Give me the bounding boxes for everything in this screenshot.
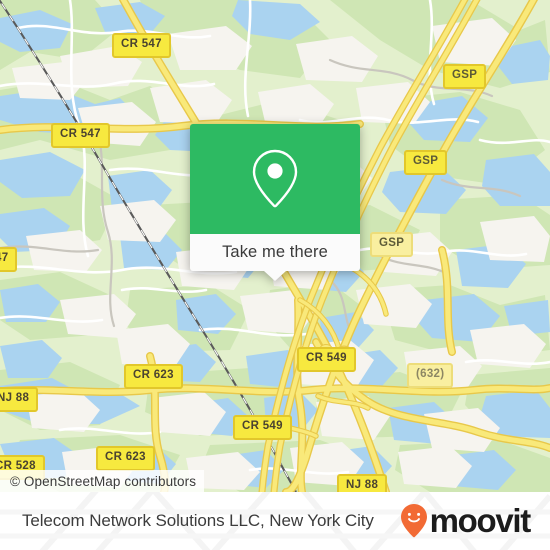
- road-shield: CR 547: [112, 33, 171, 58]
- road-shield: GSP: [370, 232, 414, 257]
- moovit-wordmark: moovit: [429, 501, 532, 539]
- road-shield: (632): [407, 363, 454, 388]
- road-shield: CR 549: [233, 415, 292, 440]
- place-title: Telecom Network Solutions LLC, New York …: [22, 511, 374, 530]
- card-tail-pointer: [264, 271, 286, 281]
- moovit-logo[interactable]: moovit: [400, 501, 532, 539]
- road-shield: GSP: [404, 150, 448, 175]
- road-shield: 47: [0, 247, 18, 272]
- road-shield: NJ 88: [337, 474, 388, 492]
- road-shield: CR 623: [96, 446, 155, 471]
- card-image-area: [190, 124, 360, 234]
- osm-attribution-text: © OpenStreetMap contributors: [10, 473, 197, 489]
- road-shield: GSP: [443, 64, 487, 89]
- map-share-page: CR 547 GSP CR 547 GSP GSP 47 CR 549 CR 623 (632)…: [0, 0, 550, 550]
- moovit-smiley-pin-icon: [400, 503, 428, 539]
- road-shield: CR 623: [124, 364, 183, 389]
- osm-attribution[interactable]: © OpenStreetMap contributors: [0, 470, 205, 492]
- road-shield: CR 547: [51, 123, 110, 148]
- footer-bar: Telecom Network Solutions LLC, New York …: [0, 492, 550, 550]
- road-shield: NJ 88: [0, 387, 39, 412]
- location-callout-card[interactable]: Take me there: [190, 124, 360, 281]
- card-action-bar[interactable]: Take me there: [190, 234, 360, 281]
- location-pin-icon: [250, 148, 300, 210]
- road-shield: CR 549: [297, 347, 356, 372]
- take-me-there-label: Take me there: [222, 243, 328, 261]
